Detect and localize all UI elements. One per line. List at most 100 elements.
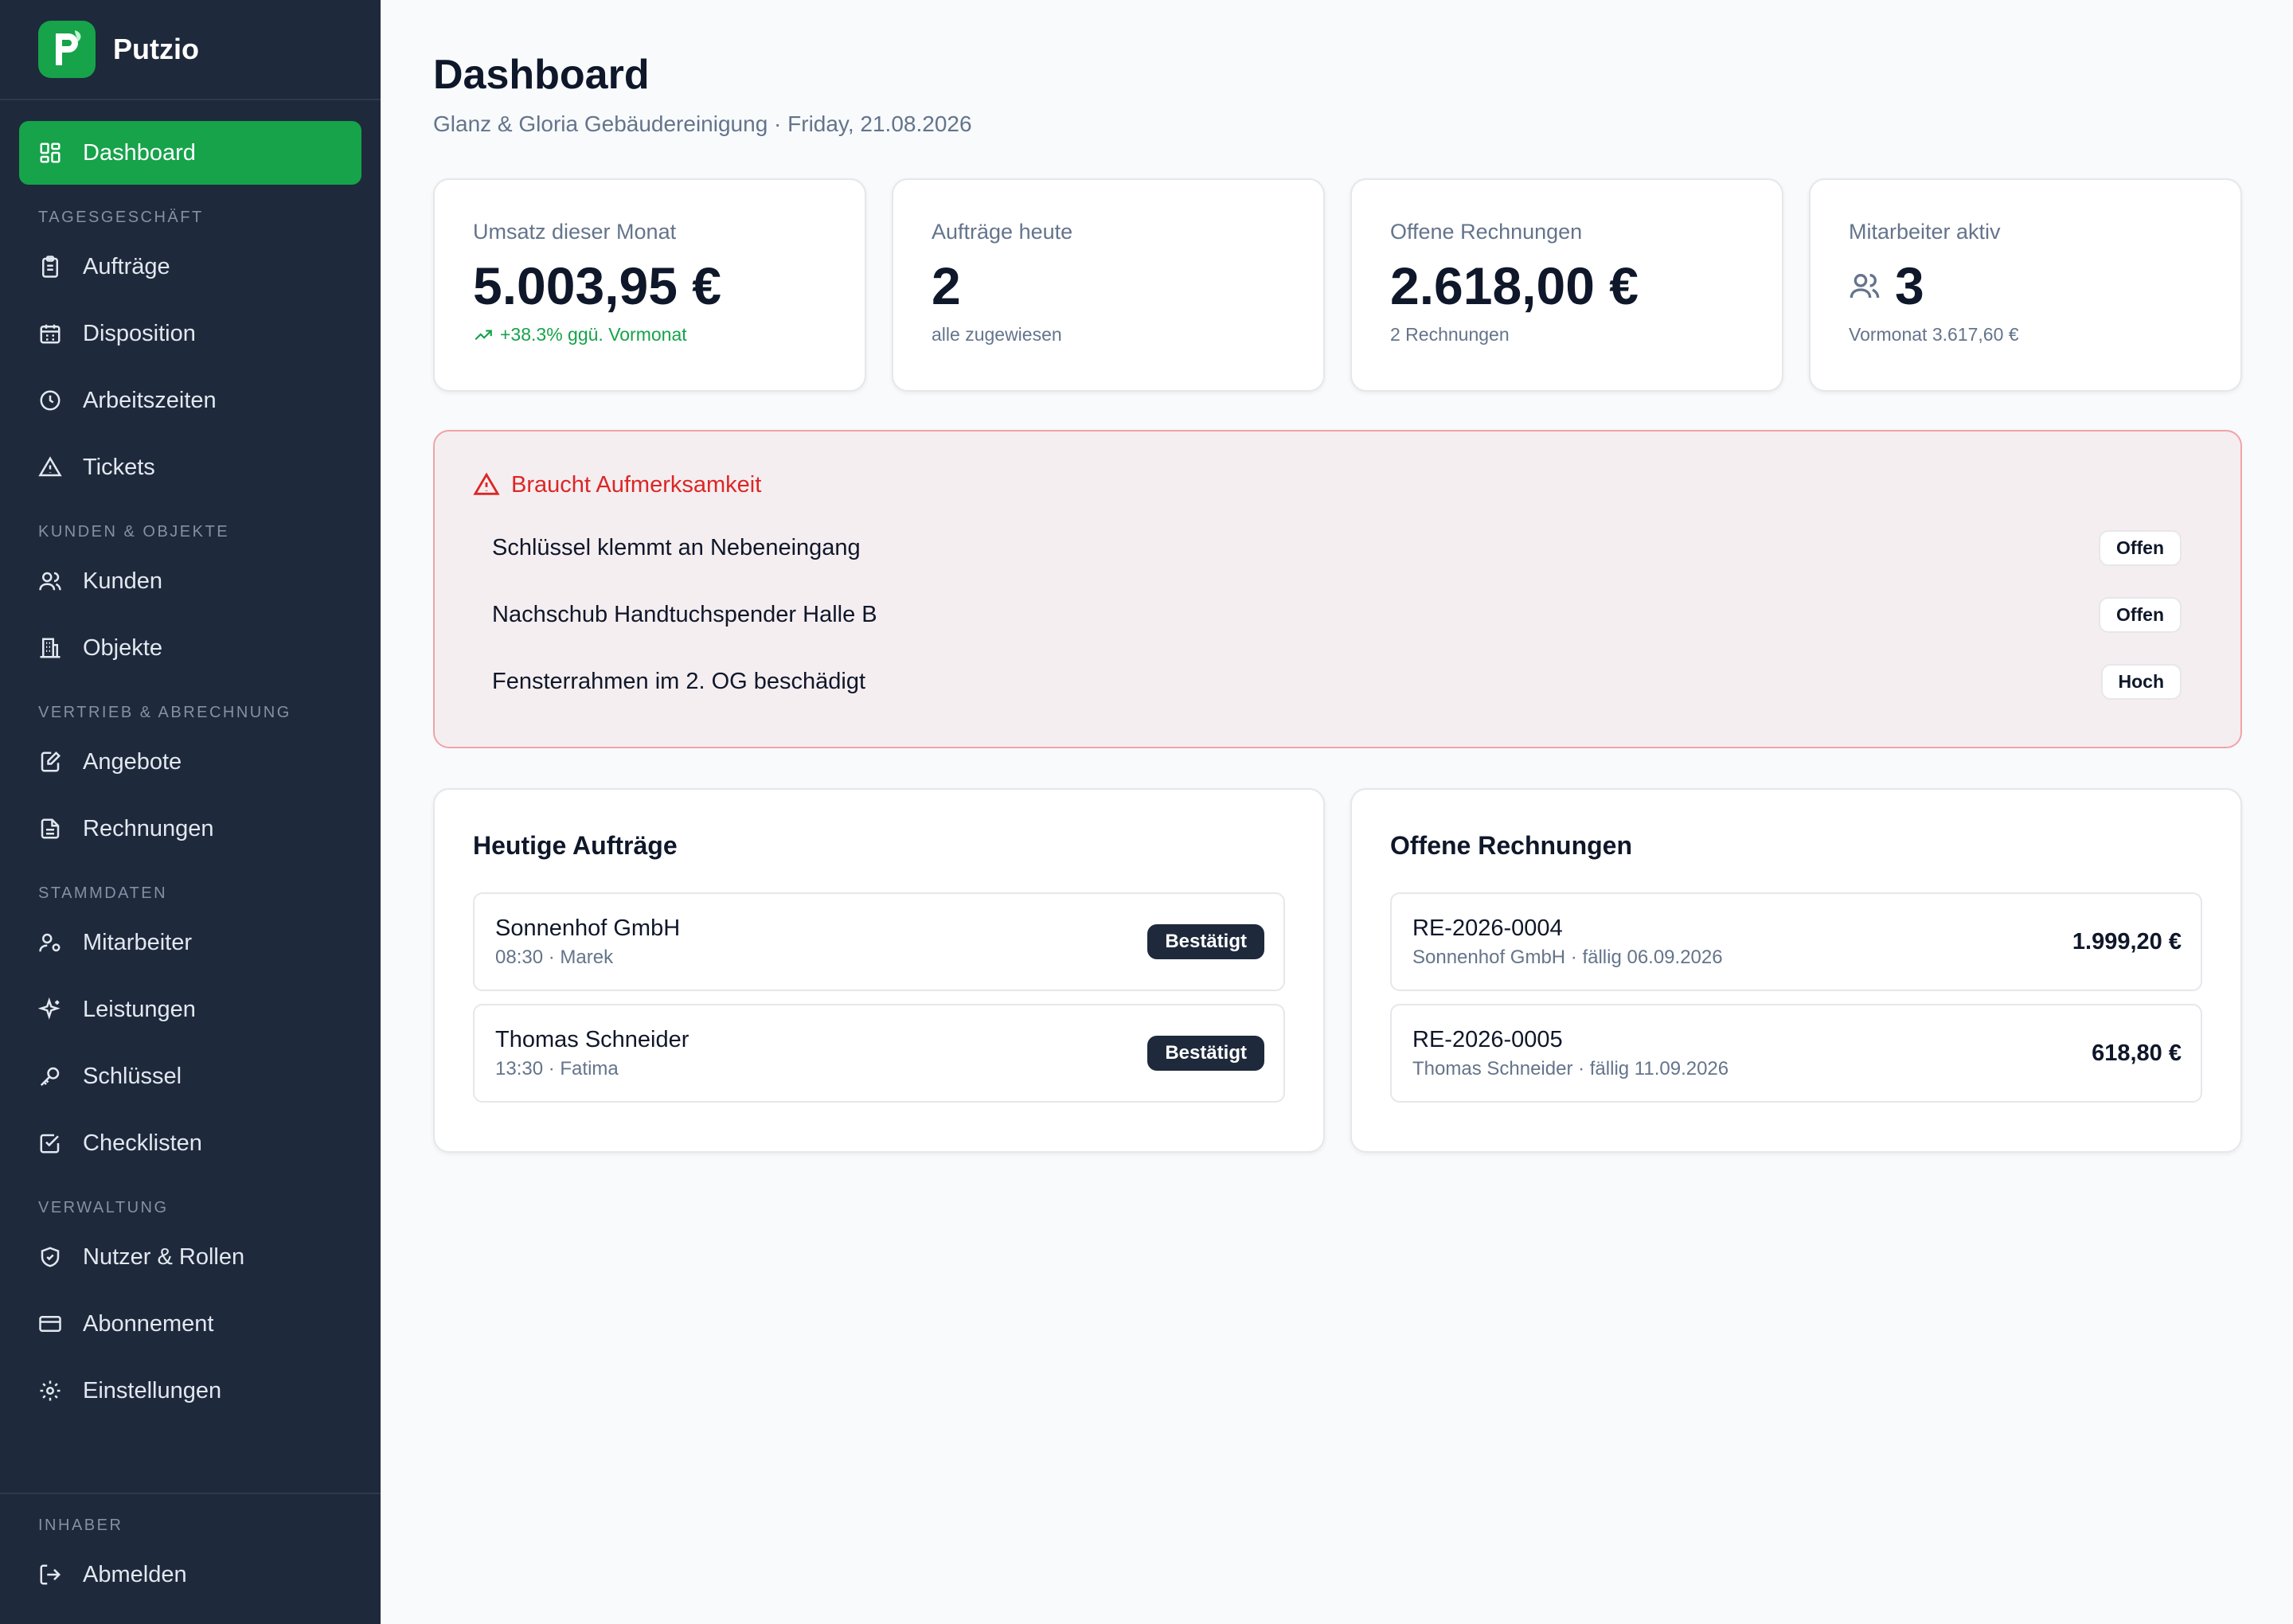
status-badge: Offen <box>2098 529 2182 566</box>
invoice-amount: 618,80 € <box>2092 1040 2182 1066</box>
sidebar-item-label: Tickets <box>83 454 155 480</box>
kpi-value-text: 3 <box>1895 256 1924 315</box>
attention-panel: Braucht Aufmerksamkeit Schlüssel klemmt … <box>433 430 2242 748</box>
clock-icon <box>38 388 62 412</box>
order-info: Thomas Schneider 13:30 · Fatima <box>495 1027 689 1080</box>
sidebar-item-disposition[interactable]: Disposition <box>19 302 361 365</box>
sidebar-nav: Dashboard Tagesgeschäft Aufträge Disposi… <box>0 100 381 1423</box>
shield-check-icon <box>38 1245 62 1269</box>
kpi-value-text: 5.003,95 € <box>473 256 721 315</box>
sidebar-item-label: Arbeitszeiten <box>83 387 217 413</box>
sidebar-item-kunden[interactable]: Kunden <box>19 549 361 613</box>
attention-item-text: Schlüssel klemmt an Nebeneingang <box>492 534 861 560</box>
list-item[interactable]: RE-2026-0005 Thomas Schneider · fällig 1… <box>1390 1004 2202 1103</box>
priority-badge: Hoch <box>2100 663 2182 700</box>
user-role-label: Inhaber <box>38 1517 123 1534</box>
panel-title: Heutige Aufträge <box>473 831 678 860</box>
sidebar-item-label: Rechnungen <box>83 815 214 841</box>
invoice-info: RE-2026-0005 Thomas Schneider · fällig 1… <box>1412 1027 1729 1080</box>
page-subtitle: Glanz & Gloria Gebäudereinigung · Friday… <box>433 111 972 136</box>
list-item[interactable]: Sonnenhof GmbH 08:30 · Marek Bestätigt <box>473 892 1285 991</box>
sidebar-item-checklisten[interactable]: Checklisten <box>19 1111 361 1175</box>
building-icon <box>38 636 62 660</box>
order-customer: Sonnenhof GmbH <box>495 915 681 941</box>
invoice-info: RE-2026-0004 Sonnenhof GmbH · fällig 06.… <box>1412 915 1723 969</box>
sidebar: Putzio Dashboard Tagesgeschäft Aufträge … <box>0 0 381 1624</box>
status-badge: Bestätigt <box>1147 1036 1264 1071</box>
sidebar-item-schluessel[interactable]: Schlüssel <box>19 1044 361 1108</box>
sidebar-item-mitarbeiter[interactable]: Mitarbeiter <box>19 911 361 974</box>
putzio-logo-icon <box>38 21 96 78</box>
order-meta: 13:30 · Fatima <box>495 1057 619 1079</box>
clipboard-icon <box>38 255 62 279</box>
invoice-amount: 1.999,20 € <box>2072 928 2182 954</box>
trending-up-icon <box>473 325 494 345</box>
sidebar-item-label: Nutzer & Rollen <box>83 1243 245 1270</box>
kpi-trend-text: +38.3% ggü. Vormonat <box>500 324 687 345</box>
order-info: Sonnenhof GmbH 08:30 · Marek <box>495 915 680 969</box>
sidebar-item-label: Schlüssel <box>83 1063 182 1089</box>
sidebar-item-label: Aufträge <box>83 253 170 279</box>
brand[interactable]: Putzio <box>0 0 381 100</box>
invoice-meta: Thomas Schneider · fällig 11.09.2026 <box>1412 1057 1729 1079</box>
document-edit-icon <box>38 750 62 774</box>
kpi-value: 2.618,00 € <box>1390 256 1744 316</box>
today-orders-list: Sonnenhof GmbH 08:30 · Marek Bestätigt T… <box>473 892 1285 1103</box>
kpi-value: 5.003,95 € <box>473 256 826 316</box>
attention-item[interactable]: Schlüssel klemmt an Nebeneingang Offen <box>473 514 2202 581</box>
kpi-value-text: 2 <box>932 256 961 315</box>
page-title: Dashboard <box>433 52 650 98</box>
sidebar-item-objekte[interactable]: Objekte <box>19 616 361 680</box>
kpi-sub: alle zugewiesen <box>932 324 1062 345</box>
kpi-sub: 2 Rechnungen <box>1390 324 1510 345</box>
sidebar-footer: Inhaber Abmelden <box>0 1493 381 1624</box>
status-badge: Bestätigt <box>1147 924 1264 959</box>
sidebar-item-label: Dashboard <box>83 139 196 166</box>
attention-title-text: Braucht Aufmerksamkeit <box>511 471 762 498</box>
kpi-card-umsatz[interactable]: Umsatz dieser Monat 5.003,95 € +38.3% gg… <box>433 178 866 392</box>
gear-icon <box>38 1379 62 1403</box>
invoice-number: RE-2026-0004 <box>1412 915 1563 941</box>
status-badge: Offen <box>2098 596 2182 633</box>
dashboard-grid-icon <box>38 141 62 165</box>
sidebar-item-label: Einstellungen <box>83 1377 222 1403</box>
nav-section-verwaltung: Verwaltung <box>38 1199 169 1216</box>
sidebar-item-einstellungen[interactable]: Einstellungen <box>19 1359 361 1423</box>
list-item[interactable]: Thomas Schneider 13:30 · Fatima Bestätig… <box>473 1004 1285 1103</box>
kpi-label: Umsatz dieser Monat <box>473 220 677 244</box>
sidebar-item-auftraege[interactable]: Aufträge <box>19 235 361 299</box>
attention-item[interactable]: Nachschub Handtuchspender Halle B Offen <box>473 581 2202 648</box>
kpi-card-mitarbeiter[interactable]: Mitarbeiter aktiv 3 Vormonat 3.617,60 € <box>1809 178 2242 392</box>
kpi-card-auftraege[interactable]: Aufträge heute 2 alle zugewiesen <box>892 178 1325 392</box>
sidebar-item-dashboard[interactable]: Dashboard <box>19 121 361 185</box>
invoice-number: RE-2026-0005 <box>1412 1026 1563 1052</box>
sparkles-icon <box>38 997 62 1021</box>
sidebar-item-label: Mitarbeiter <box>83 929 192 955</box>
nav-section-vertrieb: Vertrieb & Abrechnung <box>38 704 291 721</box>
today-orders-panel: Heutige Aufträge Sonnenhof GmbH 08:30 · … <box>433 788 1325 1153</box>
sidebar-item-rechnungen[interactable]: Rechnungen <box>19 797 361 861</box>
nav-section-tagesgeschaeft: Tagesgeschäft <box>38 209 204 226</box>
kpi-trend: +38.3% ggü. Vormonat <box>473 324 826 345</box>
sidebar-item-angebote[interactable]: Angebote <box>19 730 361 794</box>
brand-name: Putzio <box>113 33 199 65</box>
calendar-icon <box>38 322 62 345</box>
list-item[interactable]: RE-2026-0004 Sonnenhof GmbH · fällig 06.… <box>1390 892 2202 991</box>
kpi-label: Aufträge heute <box>932 220 1073 244</box>
logout-button[interactable]: Abmelden <box>19 1543 361 1606</box>
kpi-value: 2 <box>932 256 1285 316</box>
kpi-row: Umsatz dieser Monat 5.003,95 € +38.3% gg… <box>433 178 2242 392</box>
sidebar-item-nutzer-rollen[interactable]: Nutzer & Rollen <box>19 1225 361 1289</box>
kpi-card-offene-rechnungen[interactable]: Offene Rechnungen 2.618,00 € 2 Rechnunge… <box>1350 178 1783 392</box>
attention-item[interactable]: Fensterrahmen im 2. OG beschädigt Hoch <box>473 648 2202 715</box>
kpi-value-text: 2.618,00 € <box>1390 256 1639 315</box>
sidebar-item-abonnement[interactable]: Abonnement <box>19 1292 361 1356</box>
panel-title: Offene Rechnungen <box>1390 831 1633 860</box>
sidebar-item-leistungen[interactable]: Leistungen <box>19 978 361 1041</box>
sidebar-item-arbeitszeiten[interactable]: Arbeitszeiten <box>19 369 361 432</box>
users-icon <box>38 569 62 593</box>
checkbox-icon <box>38 1131 62 1155</box>
sidebar-item-tickets[interactable]: Tickets <box>19 435 361 499</box>
open-invoices-panel: Offene Rechnungen RE-2026-0004 Sonnenhof… <box>1350 788 2242 1153</box>
warning-triangle-icon <box>38 455 62 479</box>
